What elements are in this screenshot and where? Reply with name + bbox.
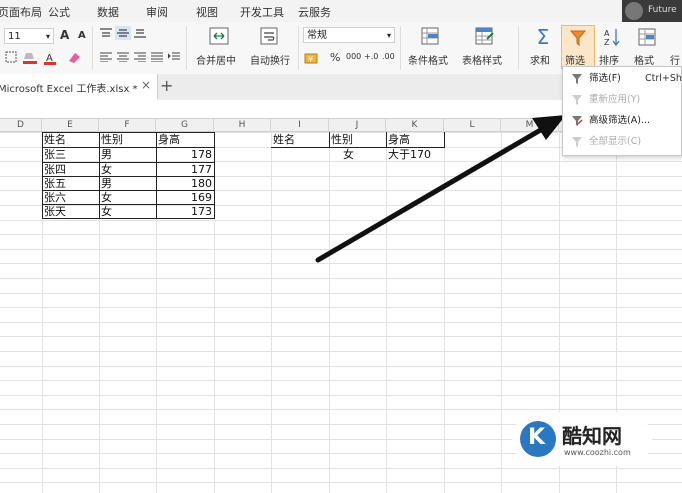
menu-item-reapply: 重新应用(Y)	[563, 90, 682, 110]
menu-item-show-all: 全部显示(C)	[563, 132, 682, 152]
watermark-url: www.coozhi.com	[564, 448, 631, 457]
menu-item-show-all-label: 全部显示(C)	[589, 136, 642, 147]
show-all-funnel-icon	[571, 136, 583, 156]
menu-item-filter-label: 筛选(F)	[589, 73, 621, 84]
filter-dropdown-menu: 筛选(F) Ctrl+Shi 重新应用(Y) 高级筛选(A)... 全部显示(C…	[562, 66, 682, 156]
menu-item-reapply-label: 重新应用(Y)	[589, 94, 641, 105]
menu-item-filter-shortcut: Ctrl+Shi	[645, 73, 682, 84]
watermark-logo: K	[520, 421, 556, 457]
menu-item-advanced-filter[interactable]: 高级筛选(A)...	[563, 111, 682, 131]
menu-item-filter[interactable]: 筛选(F) Ctrl+Shi	[563, 69, 682, 89]
watermark: K 酷知网 www.coozhi.com	[512, 412, 652, 466]
watermark-brand: 酷知网	[562, 424, 622, 448]
menu-item-advanced-filter-label: 高级筛选(A)...	[589, 115, 650, 126]
